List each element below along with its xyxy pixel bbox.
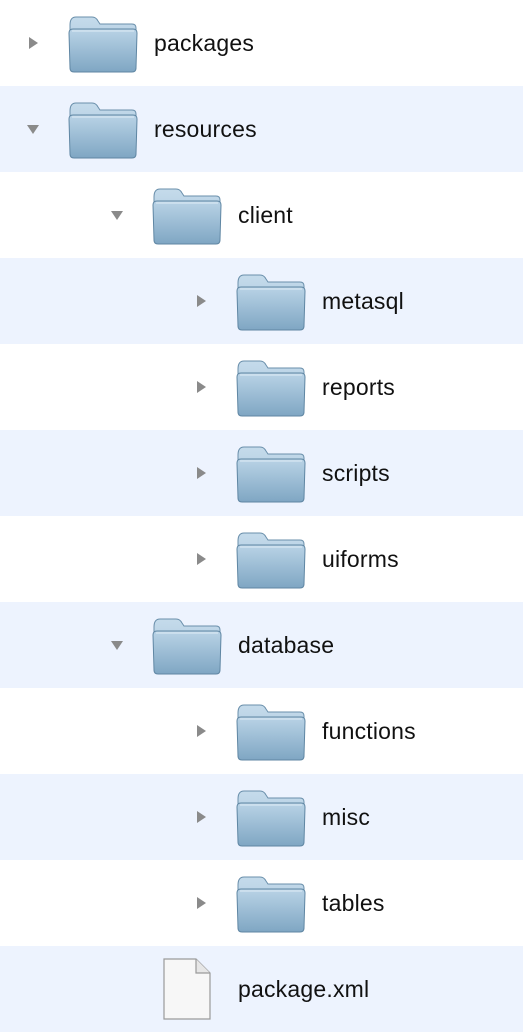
tree-row-resources[interactable]: resources [0,86,523,172]
tree-item-label: package.xml [238,975,370,1002]
disclosure-triangle-down-icon[interactable] [108,636,126,654]
tree-item-label: resources [154,115,257,142]
tree-row-functions[interactable]: functions [0,688,523,774]
tree-item-label: metasql [322,287,404,314]
folder-icon [234,527,308,591]
folder-icon [234,441,308,505]
tree-row-packages[interactable]: packages [0,0,523,86]
tree-row-metasql[interactable]: metasql [0,258,523,344]
tree-item-label: tables [322,889,385,916]
tree-item-label: uiforms [322,545,399,572]
disclosure-triangle-right-icon[interactable] [192,550,210,568]
folder-icon [234,699,308,763]
tree-row-misc[interactable]: misc [0,774,523,860]
folder-icon [66,97,140,161]
tree-row-uiforms[interactable]: uiforms [0,516,523,602]
folder-icon [234,785,308,849]
tree-row-package-xml[interactable]: package.xml [0,946,523,1032]
folder-icon [66,11,140,75]
tree-item-label: client [238,201,293,228]
tree-item-label: reports [322,373,395,400]
disclosure-triangle-right-icon[interactable] [192,378,210,396]
folder-icon [234,269,308,333]
tree-item-label: functions [322,717,416,744]
tree-item-label: database [238,631,335,658]
disclosure-triangle-right-icon[interactable] [24,34,42,52]
tree-row-tables[interactable]: tables [0,860,523,946]
disclosure-triangle-right-icon[interactable] [192,808,210,826]
tree-row-scripts[interactable]: scripts [0,430,523,516]
disclosure-triangle-right-icon[interactable] [192,894,210,912]
tree-row-database[interactable]: database [0,602,523,688]
document-icon [150,957,224,1021]
tree-item-label: scripts [322,459,390,486]
folder-icon [150,613,224,677]
disclosure-triangle-right-icon[interactable] [192,292,210,310]
file-tree: packages resources client metasql reports scr… [0,0,523,1032]
tree-item-label: packages [154,29,255,56]
disclosure-triangle-right-icon[interactable] [192,464,210,482]
disclosure-triangle-down-icon[interactable] [108,206,126,224]
tree-row-client[interactable]: client [0,172,523,258]
disclosure-triangle-right-icon[interactable] [192,722,210,740]
tree-row-reports[interactable]: reports [0,344,523,430]
tree-item-label: misc [322,803,371,830]
folder-icon [150,183,224,247]
disclosure-triangle-down-icon[interactable] [24,120,42,138]
folder-icon [234,355,308,419]
folder-icon [234,871,308,935]
